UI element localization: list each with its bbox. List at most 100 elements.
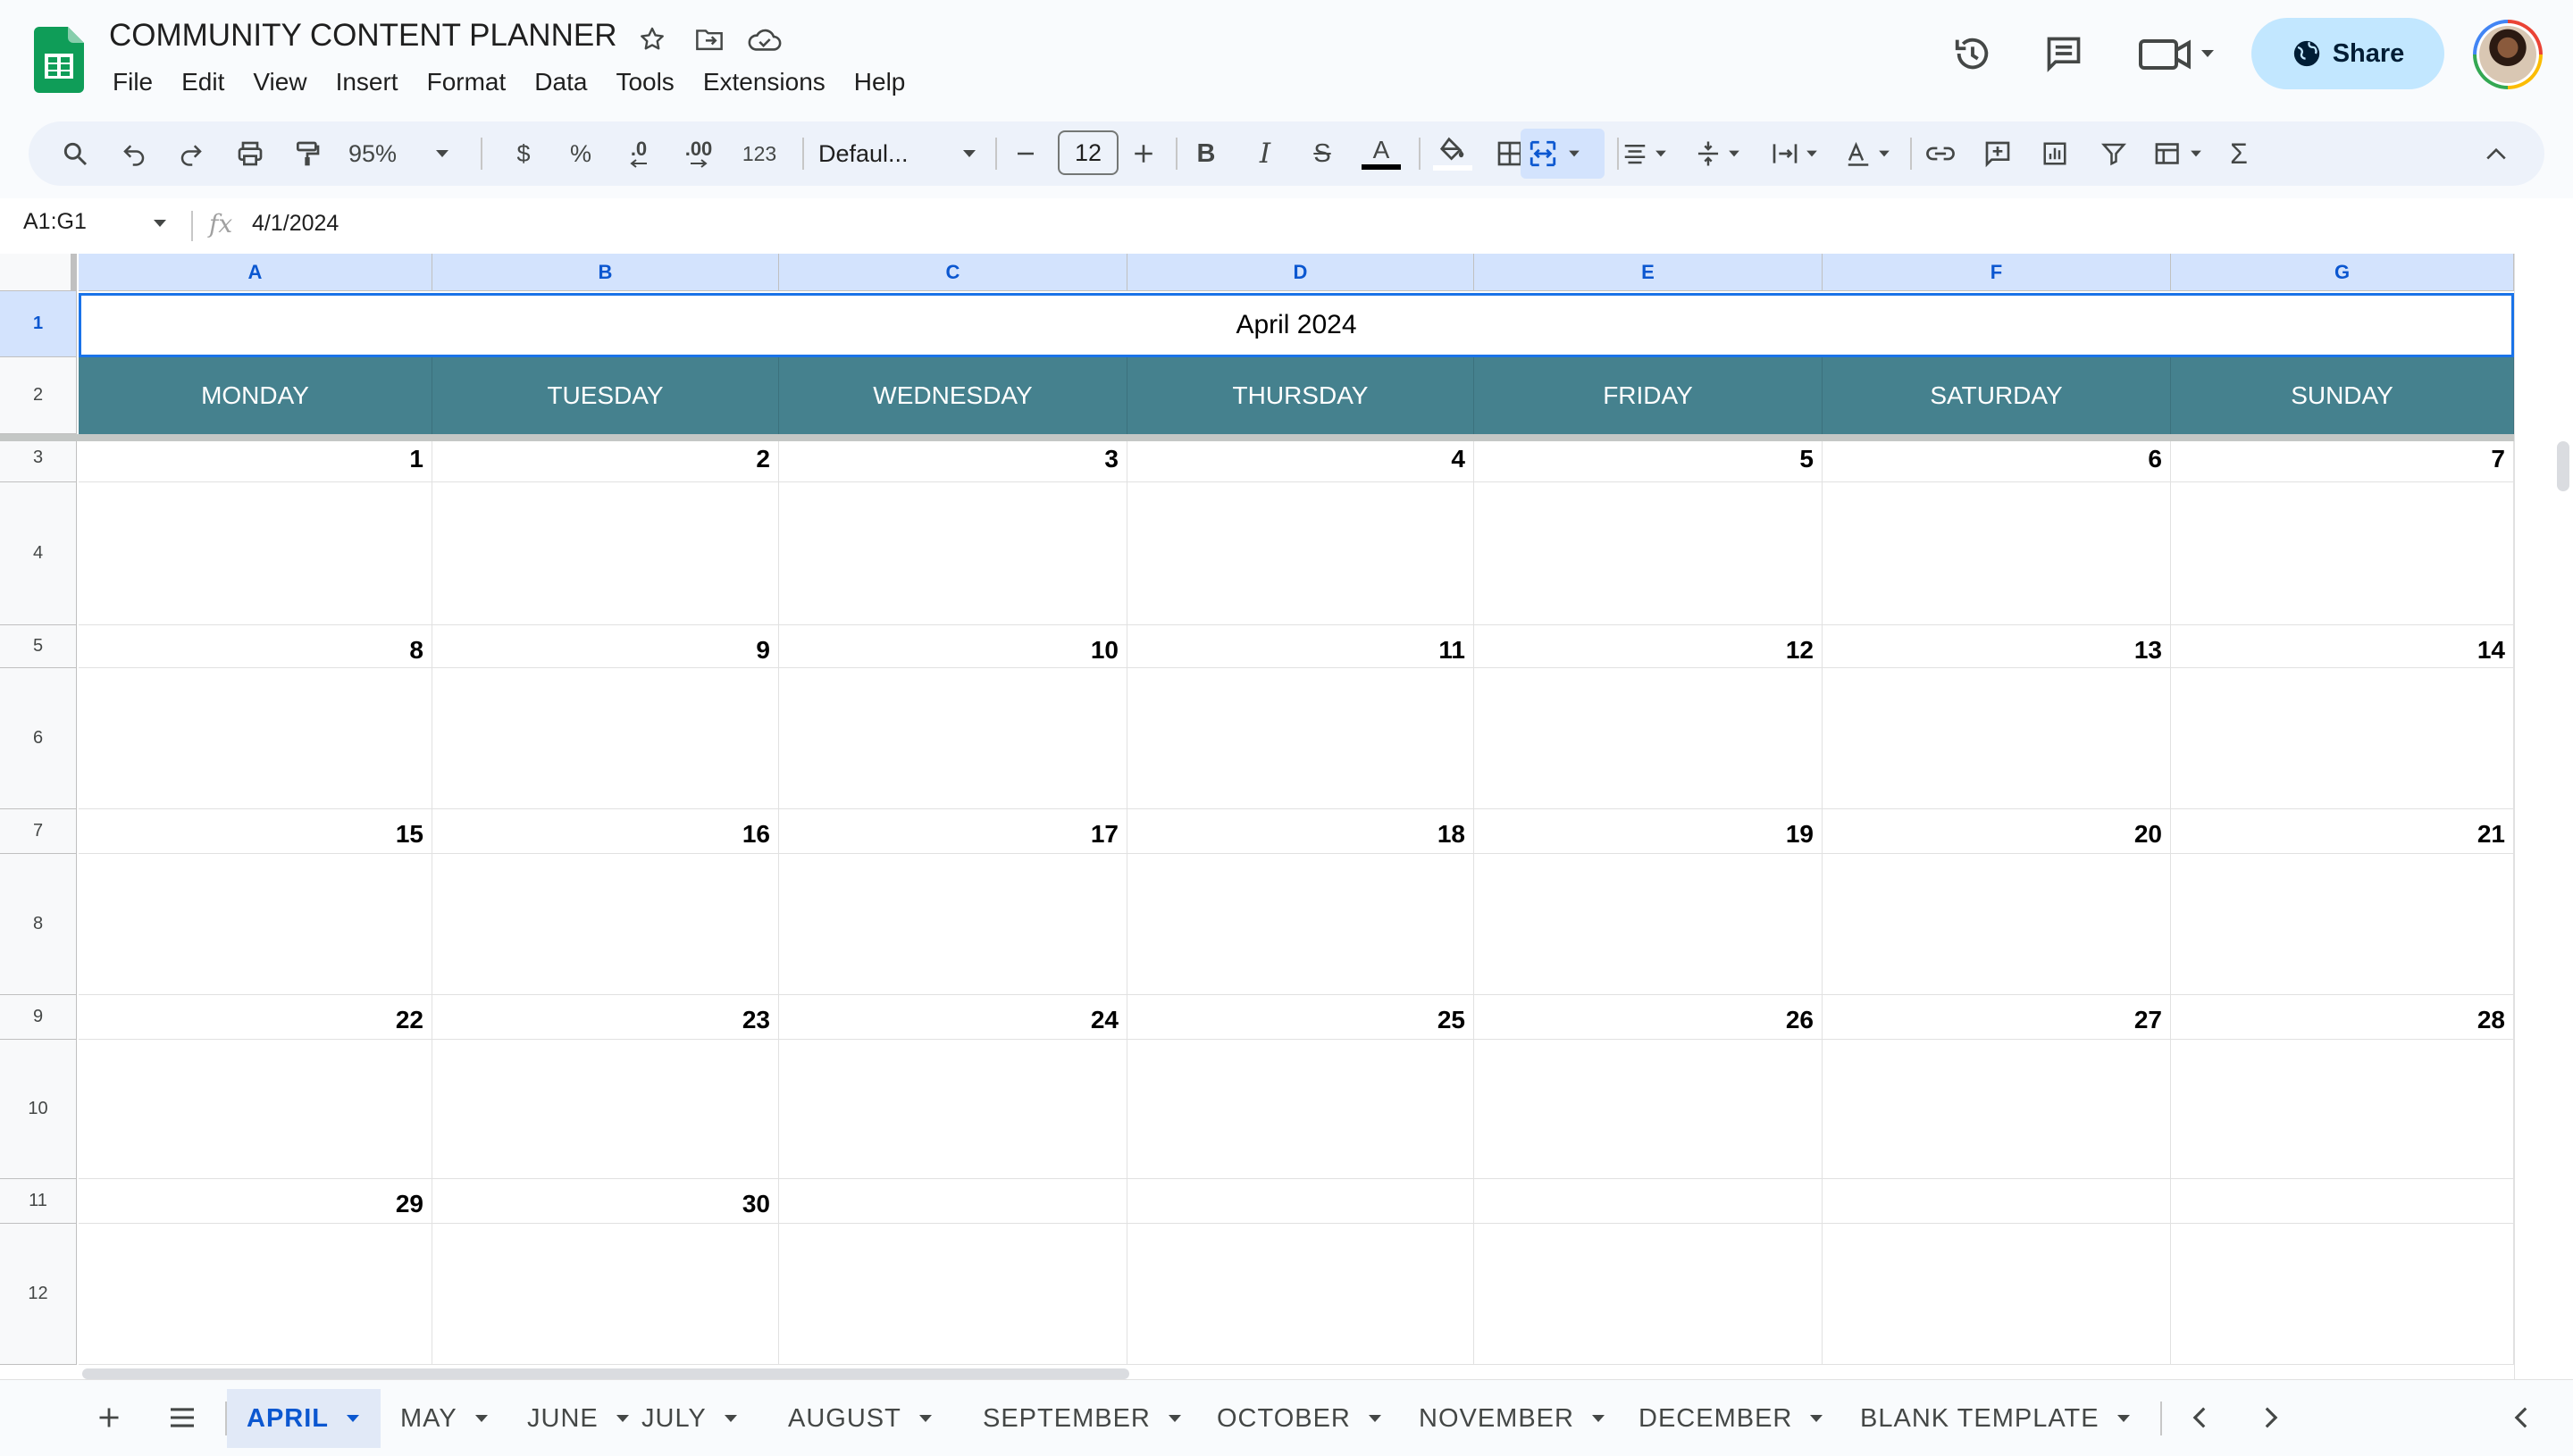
row-header[interactable]: 3	[0, 434, 77, 482]
grid-cell[interactable]	[779, 1179, 1127, 1224]
functions-sigma-icon[interactable]: Σ	[2219, 129, 2259, 179]
column-header[interactable]: G	[2171, 254, 2514, 291]
share-button[interactable]: Share	[2251, 18, 2444, 89]
grid-cell[interactable]	[1474, 854, 1823, 995]
weekday-header[interactable]: TUESDAY	[432, 357, 779, 434]
sheet-tab-dropdown-icon[interactable]	[1367, 1413, 1383, 1424]
undo-icon[interactable]	[114, 129, 154, 179]
star-icon[interactable]	[634, 21, 670, 57]
grid-cell[interactable]	[79, 1040, 432, 1179]
grid-cell[interactable]	[432, 1224, 779, 1365]
sheets-logo-icon[interactable]	[34, 27, 84, 93]
weekday-header[interactable]: WEDNESDAY	[779, 357, 1127, 434]
vertical-scrollbar[interactable]	[2514, 254, 2573, 1379]
grid-cell[interactable]	[1823, 482, 2171, 625]
zoom-select[interactable]: 95%	[341, 129, 457, 179]
grid-cell[interactable]	[432, 482, 779, 625]
paint-format-icon[interactable]	[288, 129, 327, 179]
menu-data[interactable]: Data	[520, 64, 601, 100]
grid-cell[interactable]	[2171, 668, 2514, 809]
weekday-header[interactable]: FRIDAY	[1474, 357, 1823, 434]
increase-decimal-button[interactable]: .00	[674, 129, 724, 179]
move-folder-icon[interactable]	[691, 21, 727, 57]
text-wrapping-button[interactable]	[1762, 129, 1828, 179]
add-sheet-icon[interactable]	[84, 1393, 134, 1443]
grid-cell[interactable]	[432, 668, 779, 809]
grid-cell[interactable]	[79, 1224, 432, 1365]
weekday-header[interactable]: SATURDAY	[1823, 357, 2171, 434]
vertical-scroll-thumb[interactable]	[2557, 441, 2569, 491]
grid-cell[interactable]	[1127, 1179, 1474, 1224]
grid-cell[interactable]	[1474, 1224, 1823, 1365]
percent-format-button[interactable]: %	[561, 129, 600, 179]
grid-cell[interactable]	[79, 854, 432, 995]
menu-file[interactable]: File	[98, 64, 167, 100]
print-icon[interactable]	[230, 129, 270, 179]
weekday-header[interactable]: MONDAY	[79, 357, 432, 434]
meet-video-icon[interactable]	[2137, 29, 2217, 79]
sheet-tab[interactable]: BLANK TEMPLATE	[1840, 1389, 2151, 1448]
grid-cell[interactable]	[1823, 668, 2171, 809]
name-box[interactable]: A1:G1	[23, 209, 87, 235]
weekday-header[interactable]: THURSDAY	[1127, 357, 1474, 434]
sheet-tab[interactable]: SEPTEMBER	[963, 1389, 1203, 1448]
increase-font-size-icon[interactable]	[1124, 129, 1163, 179]
column-header[interactable]: A	[79, 254, 432, 291]
sheet-tab-dropdown-icon[interactable]	[2116, 1413, 2132, 1424]
grid-cell[interactable]	[1127, 854, 1474, 995]
document-title[interactable]: COMMUNITY CONTENT PLANNER	[109, 18, 616, 54]
menu-format[interactable]: Format	[413, 64, 521, 100]
grid-cell[interactable]	[1474, 1179, 1823, 1224]
grid-cell[interactable]	[1823, 1179, 2171, 1224]
bold-icon[interactable]: B	[1186, 129, 1226, 179]
font-family-select[interactable]: Defaul...	[808, 129, 986, 179]
grid-cell[interactable]	[1127, 1224, 1474, 1365]
sheet-tab-dropdown-icon[interactable]	[345, 1413, 361, 1424]
sheet-tab-dropdown-icon[interactable]	[1167, 1413, 1183, 1424]
grid-cell[interactable]	[432, 854, 779, 995]
grid-cell[interactable]	[1823, 1224, 2171, 1365]
row-header[interactable]: 1	[0, 291, 77, 357]
grid-cell[interactable]	[1127, 668, 1474, 809]
menu-extensions[interactable]: Extensions	[689, 64, 840, 100]
formula-input[interactable]: 4/1/2024	[252, 211, 339, 237]
column-header[interactable]: B	[432, 254, 779, 291]
insert-chart-icon[interactable]	[2035, 129, 2074, 179]
grid-cell[interactable]	[2171, 1040, 2514, 1179]
grid-cell[interactable]	[2171, 1224, 2514, 1365]
row-header[interactable]: 11	[0, 1179, 77, 1224]
scroll-tabs-left-icon[interactable]	[2175, 1393, 2225, 1443]
text-color-icon[interactable]: A	[1356, 129, 1406, 179]
vertical-align-button[interactable]	[1689, 129, 1747, 179]
weekday-header[interactable]: SUNDAY	[2171, 357, 2514, 434]
grid-cell[interactable]	[779, 482, 1127, 625]
row-header[interactable]: 5	[0, 625, 77, 668]
grid-cell[interactable]	[1823, 854, 2171, 995]
grid-cell[interactable]	[779, 668, 1127, 809]
all-sheets-menu-icon[interactable]	[157, 1393, 207, 1443]
spreadsheet-grid[interactable]: A B C D E F G 1 2 3 4 5 6 7 8 9 10 11 12 April 2024 MONDAY TU…	[0, 254, 2573, 1379]
account-avatar[interactable]	[2473, 20, 2543, 89]
grid-cell[interactable]	[79, 482, 432, 625]
menu-help[interactable]: Help	[840, 64, 920, 100]
text-rotation-button[interactable]	[1837, 129, 1899, 179]
row-header[interactable]: 9	[0, 995, 77, 1040]
sheet-tab[interactable]: JULY	[622, 1389, 758, 1448]
more-formats-button[interactable]: 123	[731, 129, 788, 179]
grid-cell[interactable]	[1474, 1040, 1823, 1179]
menu-view[interactable]: View	[239, 64, 321, 100]
grid-cell[interactable]	[432, 1040, 779, 1179]
filter-icon[interactable]	[2094, 129, 2133, 179]
explore-side-panel-icon[interactable]	[2496, 1393, 2546, 1443]
menu-insert[interactable]: Insert	[322, 64, 413, 100]
strikethrough-icon[interactable]: S	[1303, 129, 1342, 179]
comments-icon[interactable]	[2039, 29, 2089, 79]
grid-cell[interactable]	[779, 1040, 1127, 1179]
grid-cell[interactable]	[1474, 668, 1823, 809]
grid-cell[interactable]	[1127, 1040, 1474, 1179]
horizontal-scroll-thumb[interactable]	[82, 1368, 1129, 1379]
grid-cell[interactable]	[2171, 854, 2514, 995]
insert-link-icon[interactable]	[1921, 129, 1960, 179]
version-history-icon[interactable]	[1948, 29, 1998, 79]
merge-cells-button[interactable]	[1521, 129, 1605, 179]
